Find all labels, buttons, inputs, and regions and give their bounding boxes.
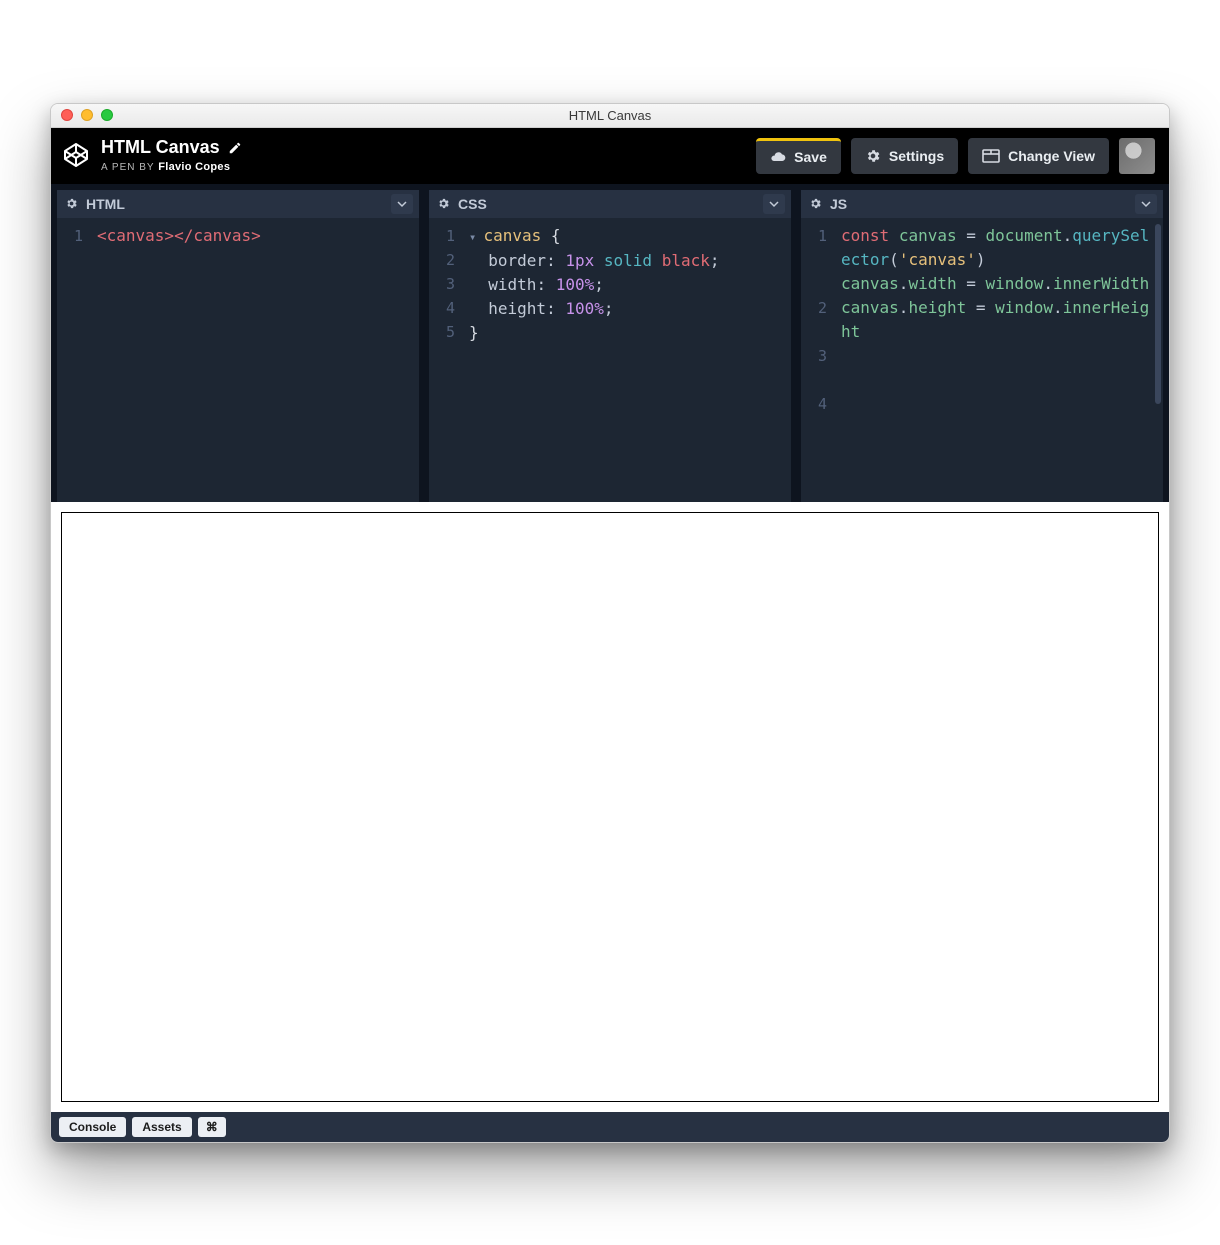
byline-prefix: A PEN BY [101, 162, 154, 173]
pen-title: HTML Canvas [101, 138, 220, 158]
command-icon: ⌘ [206, 1120, 218, 1134]
settings-button[interactable]: Settings [851, 138, 958, 174]
pen-meta: HTML Canvas A PEN BY Flavio Copes [101, 138, 242, 173]
panel-js-title: JS [830, 196, 847, 212]
panel-css: CSS 1 2 3 4 5 ▾ canvas { border: 1px sol… [429, 190, 791, 502]
editor-js[interactable]: 1 2 3 4 const canvas = document.querySel… [801, 218, 1163, 502]
pen-title-row[interactable]: HTML Canvas [101, 138, 242, 158]
assets-button[interactable]: Assets [132, 1117, 191, 1137]
edit-title-icon[interactable] [228, 141, 242, 155]
panel-js-menu[interactable] [1135, 194, 1157, 214]
gear-icon[interactable] [65, 197, 78, 210]
layout-icon [982, 149, 1000, 163]
gear-icon[interactable] [809, 197, 822, 210]
pen-byline: A PEN BY Flavio Copes [101, 161, 242, 173]
panel-html-menu[interactable] [391, 194, 413, 214]
topbar-left: HTML Canvas A PEN BY Flavio Copes [63, 138, 242, 173]
panel-css-title: CSS [458, 196, 487, 212]
topbar: HTML Canvas A PEN BY Flavio Copes Save [51, 128, 1169, 184]
gear-icon [865, 148, 881, 164]
panel-html-header: HTML [57, 190, 419, 218]
app-window: HTML Canvas HTML Canvas [50, 103, 1170, 1143]
editor-css[interactable]: 1 2 3 4 5 ▾ canvas { border: 1px solid b… [429, 218, 791, 502]
panel-css-header: CSS [429, 190, 791, 218]
chevron-down-icon [769, 199, 779, 209]
panel-html: HTML 1 <canvas></canvas> [57, 190, 419, 502]
panel-js-header: JS [801, 190, 1163, 218]
keyboard-shortcuts-button[interactable]: ⌘ [198, 1117, 226, 1137]
avatar[interactable] [1119, 138, 1155, 174]
footer: Console Assets ⌘ [51, 1112, 1169, 1142]
preview-pane [51, 502, 1169, 1112]
change-view-button[interactable]: Change View [968, 138, 1109, 174]
panel-js: JS 1 2 3 4 const canvas = document.query… [801, 190, 1163, 502]
chevron-down-icon [397, 199, 407, 209]
macos-titlebar: HTML Canvas [51, 104, 1169, 128]
settings-label: Settings [889, 148, 944, 164]
panel-css-menu[interactable] [763, 194, 785, 214]
codepen-logo-icon [63, 142, 89, 168]
code-html[interactable]: <canvas></canvas> [91, 218, 419, 502]
save-label: Save [794, 149, 827, 165]
code-js[interactable]: const canvas = document.querySelector('c… [835, 218, 1163, 502]
cloud-icon [770, 149, 786, 165]
change-view-label: Change View [1008, 148, 1095, 164]
canvas-output [61, 512, 1159, 1102]
gutter-js: 1 2 3 4 [801, 218, 835, 502]
console-button[interactable]: Console [59, 1117, 126, 1137]
scrollbar[interactable] [1155, 224, 1161, 404]
gear-icon[interactable] [437, 197, 450, 210]
topbar-right: Save Settings Change View [756, 138, 1155, 174]
code-css[interactable]: ▾ canvas { border: 1px solid black; widt… [463, 218, 791, 502]
save-button[interactable]: Save [756, 138, 841, 174]
editor-html[interactable]: 1 <canvas></canvas> [57, 218, 419, 502]
panel-html-title: HTML [86, 196, 125, 212]
chevron-down-icon [1141, 199, 1151, 209]
editor-panels: HTML 1 <canvas></canvas> CSS [51, 184, 1169, 502]
gutter-css: 1 2 3 4 5 [429, 218, 463, 502]
window-title: HTML Canvas [51, 108, 1169, 123]
gutter-html: 1 [57, 218, 91, 502]
author-link[interactable]: Flavio Copes [158, 161, 230, 173]
